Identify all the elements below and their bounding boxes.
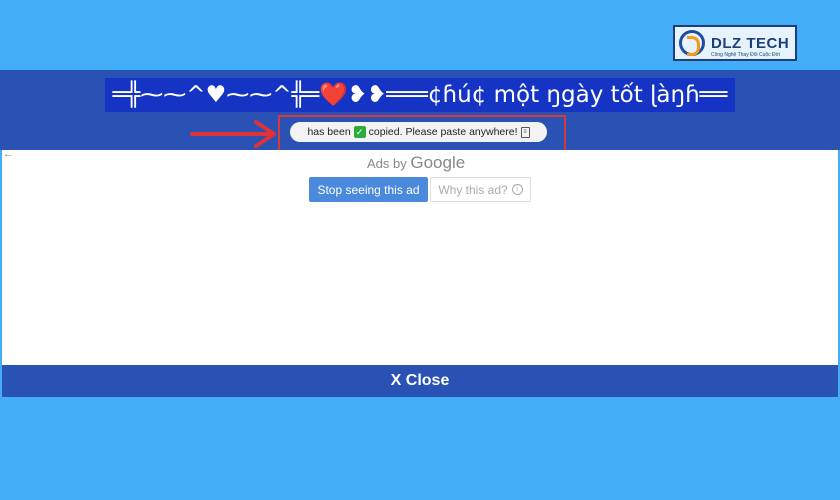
copied-toast: has been ✓ copied. Please paste anywhere… (290, 122, 547, 142)
check-icon: ✓ (353, 126, 366, 138)
clipboard-icon: ≡ (520, 126, 530, 138)
info-icon: i (511, 184, 523, 195)
logo-tagline: Công Nghệ Thay Đổi Cuộc Đời (711, 52, 781, 58)
red-arrow-icon (190, 120, 276, 148)
logo-name: DLZ TECH (711, 34, 790, 52)
stop-seeing-ad-button[interactable]: Stop seeing this ad (309, 177, 428, 202)
toast-prefix: has been (307, 126, 351, 138)
close-button[interactable]: X Close (2, 365, 838, 397)
dlz-logo-icon (679, 30, 705, 56)
why-this-ad-label: Why this ad? (438, 182, 508, 197)
google-wordmark: Google (410, 153, 466, 172)
dlz-tech-logo: DLZ TECH Công Nghệ Thay Đổi Cuộc Đời (673, 25, 797, 61)
toast-message: copied. Please paste anywhere! (368, 126, 518, 138)
ads-by-google: Ads by Google (367, 153, 465, 173)
ads-by-label: Ads by (367, 156, 407, 171)
why-this-ad-button[interactable]: Why this ad? i (430, 177, 531, 202)
copied-text-banner[interactable]: ═╬⁓⁓^♥⁓⁓^╬═❤️❥❥═══¢ɦú¢ một ŋgày tốt ɭàŋɦ… (105, 78, 735, 112)
back-arrow-icon[interactable]: ← (3, 148, 14, 160)
